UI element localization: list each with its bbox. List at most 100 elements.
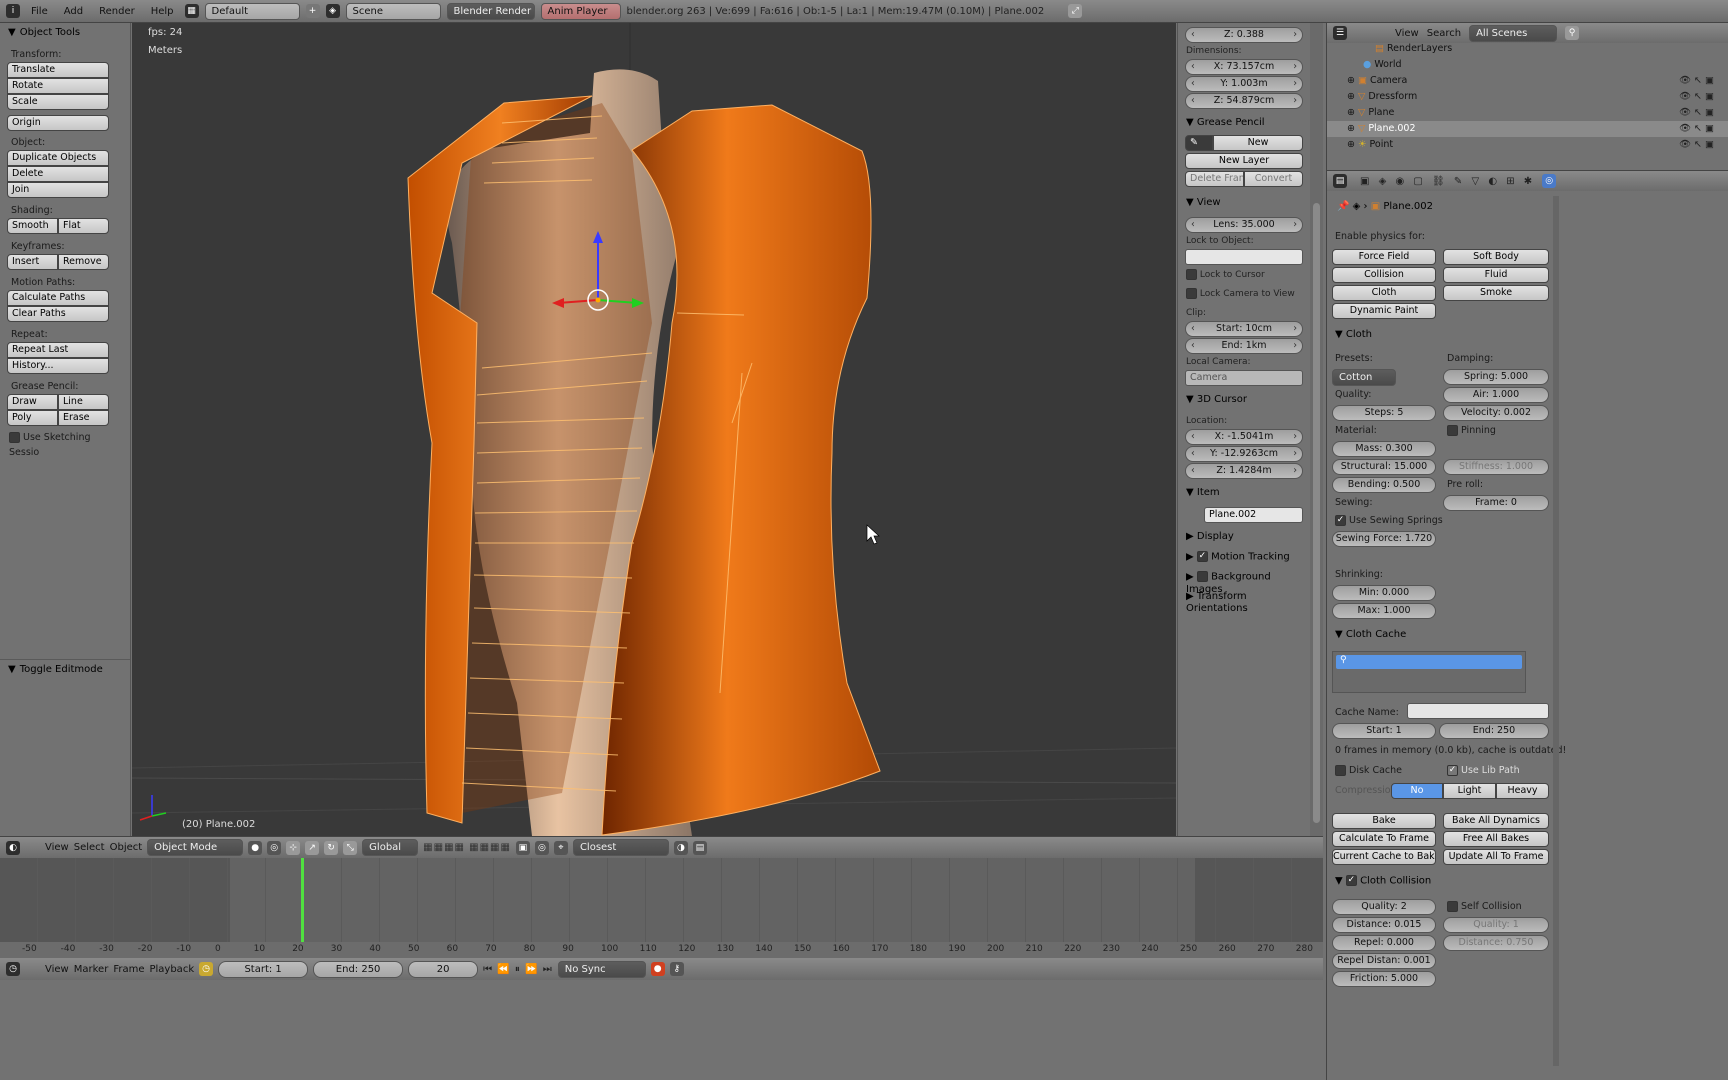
snap-target-select[interactable]: Closest (572, 839, 669, 856)
sewing-force-field[interactable]: Sewing Force: 1.720 (1332, 531, 1436, 547)
draw-button[interactable]: Draw (7, 394, 58, 410)
current-frame-marker[interactable] (301, 858, 304, 946)
cache-list-item[interactable]: ⚲ (1336, 655, 1522, 669)
menu-file[interactable]: File (26, 6, 53, 17)
lock-to-cursor-checkbox[interactable] (1186, 269, 1197, 280)
lock-camera-checkbox[interactable] (1186, 288, 1197, 299)
repeat-last-button[interactable]: Repeat Last (7, 342, 109, 358)
outliner-item-plane002[interactable]: ⊕ ▽ Plane.002 👁 ↖ ▣ (1327, 121, 1728, 137)
origin-button[interactable]: Origin (7, 115, 109, 131)
sketching-session-toggle[interactable]: Use Sketching Sessio (0, 430, 130, 458)
search-icon[interactable]: ⚲ (1565, 26, 1580, 40)
cache-list[interactable]: ⚲ (1332, 651, 1526, 693)
frame-menu[interactable]: Frame (113, 964, 144, 975)
scale-icon[interactable]: ⤡ (343, 840, 358, 855)
item-header[interactable]: ▼ Item (1178, 483, 1310, 503)
insert-keyframe-button[interactable]: Insert (7, 254, 58, 270)
view-menu[interactable]: View (45, 842, 69, 853)
steps-field[interactable]: Steps: 5 (1332, 405, 1436, 421)
toggle-editmode-header[interactable]: ▼ Toggle Editmode (0, 659, 130, 679)
cloth-collision-header[interactable]: ▼ ✓ Cloth Collision (1335, 875, 1431, 887)
layers-grid[interactable]: ▦▦▦▦ ▦▦▦▦ (423, 842, 511, 853)
gp-new-button[interactable]: New (1213, 135, 1303, 151)
poly-button[interactable]: Poly (7, 410, 58, 426)
timeline[interactable]: -50 -40 -30 -20 -10 0 10 20 30 40 50 60 70 80 90 100 110… (0, 858, 1323, 958)
shrink-max-field[interactable]: Max: 1.000 (1332, 603, 1436, 619)
clip-end-field[interactable]: End: 1km (1185, 338, 1303, 354)
disk-cache-toggle[interactable]: Disk Cache (1335, 765, 1402, 776)
rotate-button[interactable]: Rotate (7, 78, 109, 94)
smoke-button[interactable]: Smoke (1443, 285, 1549, 301)
pinning-toggle[interactable]: Pinning (1447, 425, 1496, 436)
display-header[interactable]: ▶ Display (1178, 527, 1310, 547)
lens-field[interactable]: Lens: 35.000 (1185, 217, 1303, 233)
object-menu[interactable]: Object (110, 842, 143, 853)
gp-delete-frame-button[interactable]: Delete Frame (1185, 171, 1244, 187)
use-lib-path-toggle[interactable]: ✓ Use Lib Path (1447, 765, 1520, 776)
preview-range-icon[interactable]: ◷ (199, 962, 214, 976)
self-quality-field[interactable]: Quality: 1 (1443, 917, 1549, 933)
pencil-icon[interactable]: ✎ (1185, 135, 1213, 151)
record-icon[interactable]: ● (650, 962, 665, 976)
gp-convert-button[interactable]: Convert (1244, 171, 1303, 187)
playback-menu[interactable]: Playback (149, 964, 194, 975)
motion-tracking-header[interactable]: ▶ ✓ Motion Tracking (1178, 547, 1310, 567)
rotate-icon[interactable]: ↻ (324, 840, 339, 855)
visibility-icons[interactable]: 👁 ↖ ▣ (1679, 105, 1714, 121)
translate-button[interactable]: Translate (7, 62, 109, 78)
background-images-checkbox[interactable] (1196, 571, 1208, 582)
pinning-checkbox[interactable] (1447, 425, 1458, 436)
visibility-icons[interactable]: 👁 ↖ ▣ (1679, 73, 1714, 89)
clip-start-field[interactable]: Start: 10cm (1185, 321, 1303, 337)
outliner-menu-search[interactable]: Search (1427, 28, 1461, 39)
end-frame-field[interactable]: End: 250 (313, 960, 404, 978)
outliner-item-camera[interactable]: ⊕ ▣ Camera 👁 ↖ ▣ (1327, 73, 1728, 89)
duplicate-objects-button[interactable]: Duplicate Objects (7, 150, 109, 166)
fluid-button[interactable]: Fluid (1443, 267, 1549, 283)
structural-field[interactable]: Structural: 15.000 (1332, 459, 1436, 475)
cache-name-field[interactable] (1407, 703, 1549, 719)
flat-button[interactable]: Flat (58, 218, 109, 234)
start-frame-field[interactable]: Start: 1 (218, 960, 309, 978)
3d-cursor-header[interactable]: ▼ 3D Cursor (1178, 390, 1310, 410)
screen-layout-icon[interactable]: ▦ (184, 4, 199, 18)
cache-start-field[interactable]: Start: 1 (1332, 723, 1436, 739)
outliner-item-renderlayers[interactable]: ▤ RenderLayers (1327, 43, 1728, 57)
force-field-button[interactable]: Force Field (1332, 249, 1436, 265)
pre-roll-frame-field[interactable]: Frame: 0 (1443, 495, 1549, 511)
use-sewing-checkbox[interactable]: ✓ (1335, 515, 1346, 526)
properties-type-icon[interactable]: ▤ (1333, 174, 1347, 188)
soft-body-button[interactable]: Soft Body (1443, 249, 1549, 265)
self-collision-toggle[interactable]: Self Collision (1447, 901, 1522, 912)
grease-pencil-header[interactable]: ▼ Grease Pencil (1178, 113, 1310, 133)
self-collision-checkbox[interactable] (1447, 901, 1458, 912)
clear-paths-button[interactable]: Clear Paths (7, 306, 109, 322)
viewport-shading-icon[interactable]: ● (248, 840, 263, 855)
scene-field[interactable]: Scene (345, 2, 441, 20)
visibility-icons[interactable]: 👁 ↖ ▣ (1679, 137, 1714, 153)
cursor-x-field[interactable]: X: -1.5041m (1185, 429, 1303, 445)
lock-to-cursor-toggle[interactable]: Lock to Cursor (1178, 268, 1310, 282)
cloth-panel-header[interactable]: ▼ Cloth (1335, 329, 1372, 340)
scene-icon[interactable]: ◈ (325, 4, 340, 18)
render-preview-icon[interactable]: ◑ (673, 840, 688, 855)
lock-layers-icon[interactable]: ▣ (515, 840, 530, 855)
editor-type-icon[interactable]: ◐ (6, 840, 20, 855)
join-button[interactable]: Join (7, 182, 109, 198)
manipulator-icon[interactable]: ⊹ (286, 840, 301, 855)
visibility-icons[interactable]: 👁 ↖ ▣ (1679, 121, 1714, 137)
dimension-x[interactable]: X: 73.157cm (1185, 59, 1303, 75)
outliner-item-dressform[interactable]: ⊕ ▽ Dressform 👁 ↖ ▣ (1327, 89, 1728, 105)
dimension-z-top[interactable]: Z: 0.388 (1185, 27, 1303, 43)
menu-render[interactable]: Render (94, 6, 140, 17)
air-field[interactable]: Air: 1.000 (1443, 387, 1549, 403)
outliner-menu-view[interactable]: View (1395, 28, 1419, 39)
keying-set-icon[interactable]: ⚷ (669, 962, 684, 976)
opengl-render-icon[interactable]: ▤ (692, 840, 707, 855)
cloth-button[interactable]: Cloth (1332, 285, 1436, 301)
orientation-select[interactable]: Global (362, 839, 419, 856)
calc-to-frame-button[interactable]: Calculate To Frame (1332, 831, 1436, 847)
outliner-item-point[interactable]: ⊕ ☀ Point 👁 ↖ ▣ (1327, 137, 1728, 153)
outliner-item-plane[interactable]: ⊕ ▽ Plane 👁 ↖ ▣ (1327, 105, 1728, 121)
collision-quality-field[interactable]: Quality: 2 (1332, 899, 1436, 915)
